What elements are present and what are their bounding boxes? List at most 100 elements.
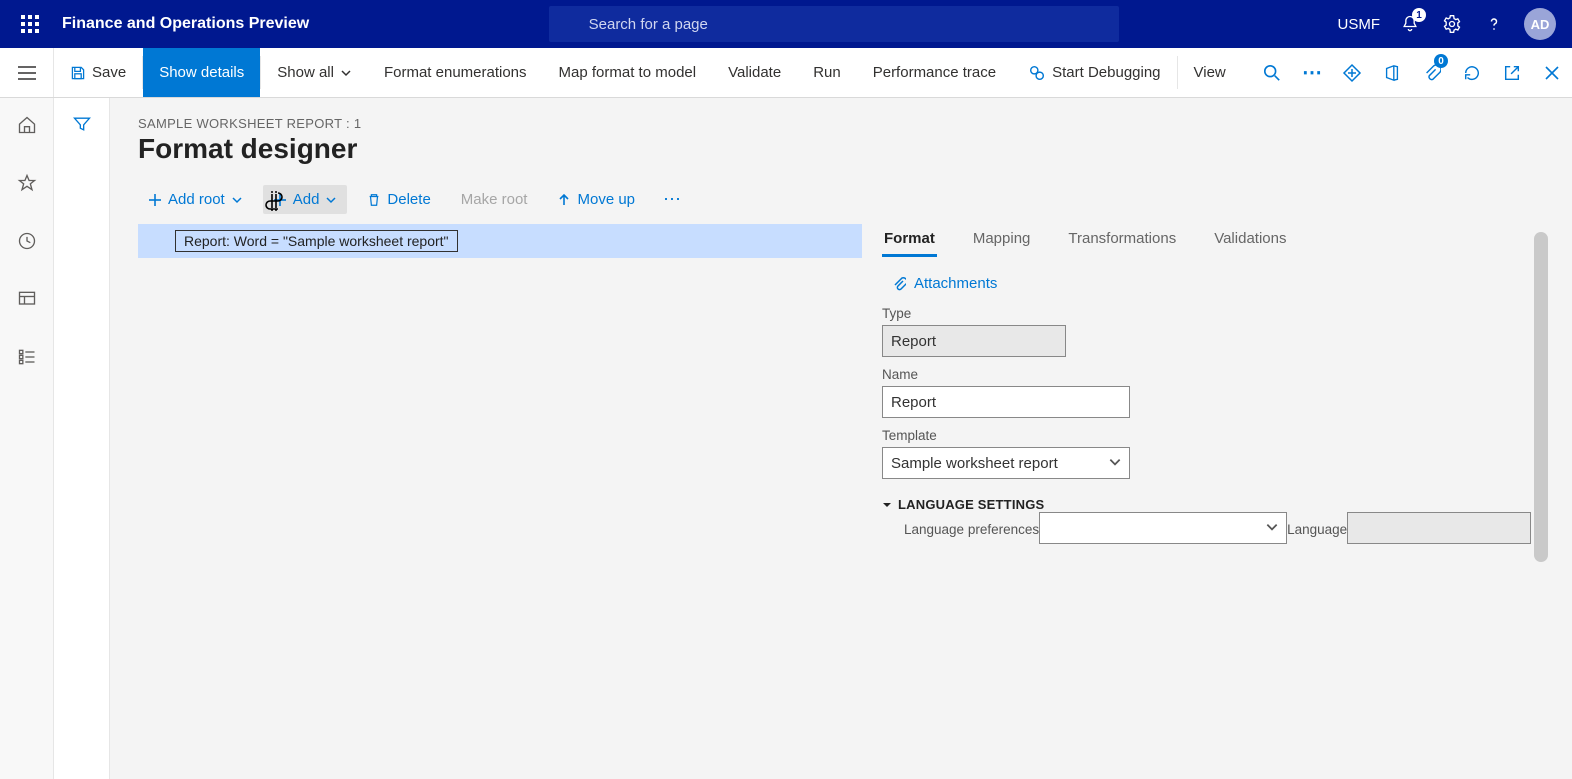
language-settings-header[interactable]: LANGUAGE SETTINGS xyxy=(882,497,1540,512)
global-search-input[interactable] xyxy=(549,6,1119,42)
tab-validations-label: Validations xyxy=(1214,230,1286,247)
map-format-label: Map format to model xyxy=(559,64,697,81)
home-icon[interactable] xyxy=(10,108,44,142)
workspaces-icon[interactable] xyxy=(10,282,44,316)
filter-rail xyxy=(54,98,110,779)
attachments-icon[interactable]: 0 xyxy=(1412,48,1452,97)
name-field[interactable] xyxy=(882,386,1130,418)
add-root-label: Add root xyxy=(168,191,225,208)
tree-item-report[interactable]: Report: Word = "Sample worksheet report" xyxy=(138,224,862,258)
tab-mapping[interactable]: Mapping xyxy=(971,224,1033,257)
office-icon[interactable] xyxy=(1372,48,1412,97)
language-pref-label: Language preferences xyxy=(904,522,1039,767)
help-icon[interactable] xyxy=(1482,12,1506,36)
save-label: Save xyxy=(92,64,126,81)
map-format-button[interactable]: Map format to model xyxy=(543,48,713,97)
save-button[interactable]: Save xyxy=(54,48,142,97)
template-label: Template xyxy=(882,428,1540,443)
tab-transformations[interactable]: Transformations xyxy=(1066,224,1178,257)
company-code[interactable]: USMF xyxy=(1338,16,1381,33)
attachments-label: Attachments xyxy=(914,275,997,292)
caret-down-icon xyxy=(882,500,892,510)
performance-trace-button[interactable]: Performance trace xyxy=(857,48,1012,97)
user-avatar[interactable]: AD xyxy=(1524,8,1556,40)
page-title: Format designer xyxy=(138,133,1548,165)
show-details-button[interactable]: Show details xyxy=(143,48,260,97)
debug-label: Start Debugging xyxy=(1052,64,1160,81)
global-header: Finance and Operations Preview USMF 1 AD xyxy=(0,0,1572,48)
popout-icon[interactable] xyxy=(1492,48,1532,97)
show-all-label: Show all xyxy=(277,64,334,81)
tab-validations[interactable]: Validations xyxy=(1212,224,1288,257)
notification-badge: 1 xyxy=(1412,8,1426,22)
left-nav-rail xyxy=(0,98,54,779)
app-launcher-icon[interactable] xyxy=(10,4,50,44)
type-label: Type xyxy=(882,306,1540,321)
move-up-label: Move up xyxy=(577,191,635,208)
nav-toggle[interactable] xyxy=(0,48,54,97)
perf-label: Performance trace xyxy=(873,64,996,81)
make-root-label: Make root xyxy=(461,191,528,208)
tab-transformations-label: Transformations xyxy=(1068,230,1176,247)
start-debugging-button[interactable]: Start Debugging xyxy=(1012,48,1176,97)
add-button[interactable]: Add xyxy=(263,185,348,214)
format-enumerations-button[interactable]: Format enumerations xyxy=(368,48,543,97)
language-settings-label: LANGUAGE SETTINGS xyxy=(898,497,1044,512)
type-field xyxy=(882,325,1066,357)
global-search[interactable] xyxy=(549,6,1119,42)
validate-button[interactable]: Validate xyxy=(712,48,797,97)
trash-icon xyxy=(367,193,381,207)
filter-icon[interactable] xyxy=(72,114,92,779)
language-pref-field[interactable] xyxy=(1039,512,1287,544)
name-label: Name xyxy=(882,367,1540,382)
language-label: Language xyxy=(1287,522,1347,767)
run-button[interactable]: Run xyxy=(797,48,857,97)
add-root-button[interactable]: Add root xyxy=(138,185,253,214)
view-label: View xyxy=(1194,64,1226,81)
chevron-down-icon xyxy=(340,67,352,79)
debug-icon xyxy=(1028,64,1046,82)
template-field[interactable] xyxy=(882,447,1130,479)
notifications-icon[interactable]: 1 xyxy=(1398,12,1422,36)
close-icon[interactable] xyxy=(1532,48,1572,97)
make-root-button: Make root xyxy=(451,185,538,214)
main-content: SAMPLE WORKSHEET REPORT : 1 Format desig… xyxy=(110,98,1572,779)
view-button[interactable]: View xyxy=(1178,48,1242,97)
recent-icon[interactable] xyxy=(10,224,44,258)
delete-button[interactable]: Delete xyxy=(357,185,440,214)
format-enum-label: Format enumerations xyxy=(384,64,527,81)
find-icon[interactable] xyxy=(1252,48,1292,97)
add-label: Add xyxy=(293,191,320,208)
chevron-down-icon xyxy=(325,194,337,206)
show-all-button[interactable]: Show all xyxy=(261,48,368,97)
modules-icon[interactable] xyxy=(10,340,44,374)
validate-label: Validate xyxy=(728,64,781,81)
vertical-scrollbar[interactable] xyxy=(1534,232,1548,562)
breadcrumb: SAMPLE WORKSHEET REPORT : 1 xyxy=(138,116,1548,131)
toolbar-more-icon[interactable]: ⋯ xyxy=(655,183,689,216)
tab-format-label: Format xyxy=(884,230,935,247)
format-tree: Report: Word = "Sample worksheet report" xyxy=(138,224,862,767)
detail-tabs: Format Mapping Transformations Validatio… xyxy=(882,224,1540,257)
tree-item-label: Report: Word = "Sample worksheet report" xyxy=(175,230,458,252)
diamond-icon[interactable] xyxy=(1332,48,1372,97)
delete-label: Delete xyxy=(387,191,430,208)
app-title: Finance and Operations Preview xyxy=(62,15,309,33)
paperclip-icon xyxy=(892,276,906,292)
more-icon[interactable]: ⋯ xyxy=(1292,48,1332,97)
tab-format[interactable]: Format xyxy=(882,224,937,257)
favorites-icon[interactable] xyxy=(10,166,44,200)
detail-form: Type Name Template LANGUAGE SETTINGS xyxy=(882,306,1540,767)
attachments-link[interactable]: Attachments xyxy=(892,275,1540,292)
run-label: Run xyxy=(813,64,841,81)
action-bar: Save Show details Show all Format enumer… xyxy=(0,48,1572,98)
show-details-label: Show details xyxy=(159,64,244,81)
plus-icon xyxy=(273,193,287,207)
refresh-icon[interactable] xyxy=(1452,48,1492,97)
plus-icon xyxy=(148,193,162,207)
settings-icon[interactable] xyxy=(1440,12,1464,36)
chevron-down-icon xyxy=(231,194,243,206)
attachments-badge: 0 xyxy=(1434,54,1448,68)
arrow-up-icon xyxy=(557,193,571,207)
move-up-button[interactable]: Move up xyxy=(547,185,645,214)
